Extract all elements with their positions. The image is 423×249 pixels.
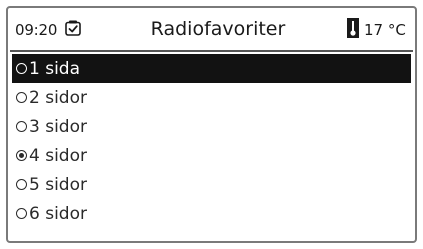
list-item-label: 2 sidor xyxy=(29,87,87,108)
radio-button-icon xyxy=(16,179,27,190)
status-header: 09:20 Radiofavoriter 17 °C xyxy=(8,8,415,50)
header-divider xyxy=(10,50,413,52)
radio-button-icon xyxy=(16,92,27,103)
list-item-page-6[interactable]: 6 sidor xyxy=(12,199,411,228)
clock-check-icon xyxy=(65,20,81,36)
radio-button-icon xyxy=(16,150,27,161)
favorites-pages-list: 1 sida 2 sidor 3 sidor 4 sidor 5 sidor 6… xyxy=(12,54,411,228)
display-frame: 09:20 Radiofavoriter 17 °C 1 sida 2 sido… xyxy=(0,0,423,249)
list-item-label: 3 sidor xyxy=(29,116,87,137)
page-title: Radiofavoriter xyxy=(150,18,286,40)
radio-button-icon xyxy=(16,121,27,132)
list-item-page-5[interactable]: 5 sidor xyxy=(12,170,411,199)
list-item-page-1[interactable]: 1 sida xyxy=(12,54,411,83)
list-item-page-2[interactable]: 2 sidor xyxy=(12,83,411,112)
infotainment-screen: 09:20 Radiofavoriter 17 °C 1 sida 2 sido… xyxy=(6,6,417,243)
thermometer-icon xyxy=(347,18,359,38)
clock-time: 09:20 xyxy=(15,21,58,39)
radio-button-icon xyxy=(16,63,27,74)
radio-button-icon xyxy=(16,208,27,219)
outside-temperature: 17 °C xyxy=(364,21,406,39)
list-item-label: 5 sidor xyxy=(29,174,87,195)
list-item-page-4[interactable]: 4 sidor xyxy=(12,141,411,170)
list-item-label: 1 sida xyxy=(29,58,81,79)
list-item-label: 6 sidor xyxy=(29,203,87,224)
list-item-page-3[interactable]: 3 sidor xyxy=(12,112,411,141)
list-item-label: 4 sidor xyxy=(29,145,87,166)
